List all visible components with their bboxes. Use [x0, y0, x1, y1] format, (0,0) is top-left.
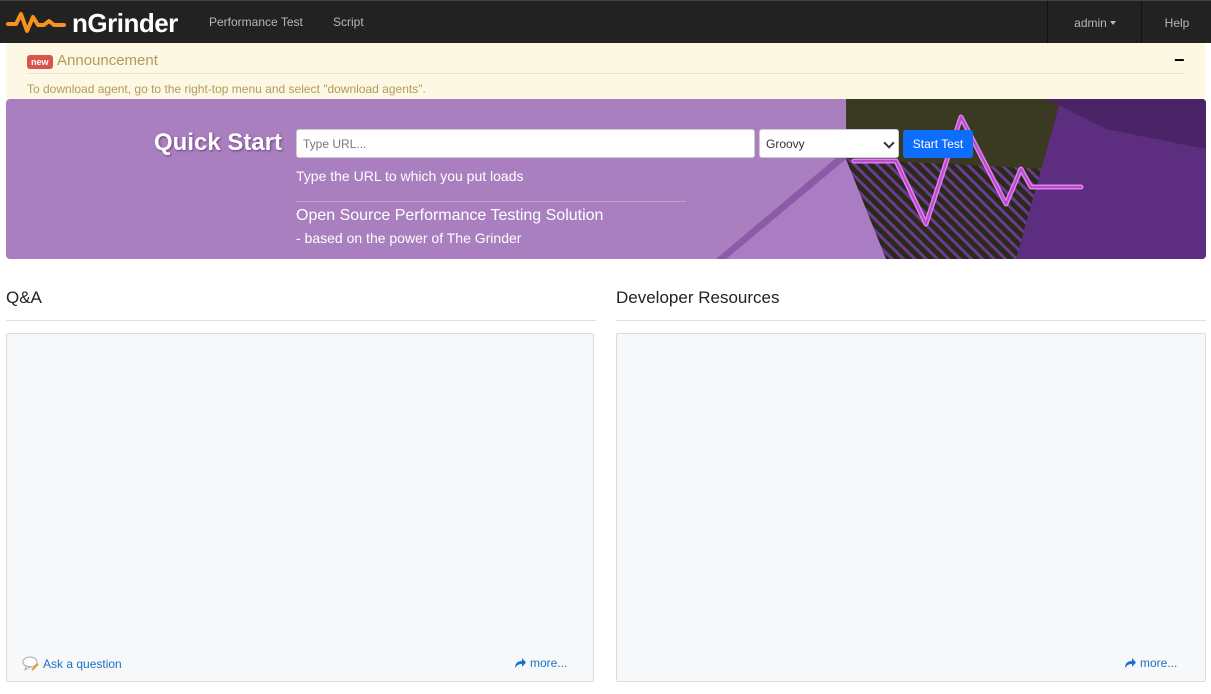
banner-subtitle: - based on the power of The Grinder: [296, 230, 522, 246]
user-menu[interactable]: admin: [1047, 1, 1142, 44]
ask-question-link[interactable]: Ask a question: [22, 656, 122, 672]
dev-section-title: Developer Resources: [616, 288, 780, 307]
announcement-text: To download agent, go to the right-top m…: [27, 82, 426, 96]
start-test-button[interactable]: Start Test: [903, 130, 973, 158]
ngrinder-logo[interactable]: nGrinder: [6, 7, 178, 39]
banner-divider: [296, 201, 686, 202]
top-navbar: nGrinder Performance Test Script admin H…: [0, 0, 1211, 44]
collapse-minus-icon[interactable]: −: [1174, 51, 1185, 69]
banner-background-graphic: [716, 99, 1206, 259]
help-label: Help: [1164, 15, 1190, 30]
caret-down-icon: [1109, 20, 1116, 25]
share-arrow-icon: [515, 658, 526, 668]
url-input[interactable]: [296, 129, 755, 158]
speech-bubble-pencil-icon: [22, 656, 39, 672]
banner-tagline: Open Source Performance Testing Solution: [296, 207, 604, 224]
announcement-panel: new Announcement − To download agent, go…: [6, 43, 1205, 99]
announcement-title: Announcement: [57, 52, 158, 69]
qa-section-title: Q&A: [6, 288, 42, 307]
help-menu[interactable]: Help: [1141, 1, 1211, 44]
qa-more-label: more...: [530, 656, 568, 670]
user-menu-label: admin: [1074, 15, 1107, 30]
qa-more-link[interactable]: more...: [514, 656, 567, 670]
quick-start-banner: Quick Start Groovy Start Test Type the U…: [6, 99, 1206, 259]
dev-resources-panel: [616, 333, 1206, 682]
qa-panel: [6, 333, 594, 682]
quick-start-title: Quick Start: [154, 129, 283, 156]
share-arrow-icon: [1125, 658, 1136, 668]
pulse-logo-icon: [6, 12, 66, 33]
nav-script[interactable]: Script: [333, 15, 364, 29]
script-type-select[interactable]: Groovy: [759, 129, 899, 158]
announcement-divider: [27, 73, 1185, 74]
url-hint-text: Type the URL to which you put loads: [296, 168, 524, 184]
script-type-value: Groovy: [766, 136, 805, 151]
qa-section-divider: [6, 320, 596, 321]
nav-performance-test[interactable]: Performance Test: [209, 15, 303, 29]
dev-section-divider: [616, 320, 1206, 321]
dev-more-link[interactable]: more...: [1124, 656, 1177, 670]
ask-question-label: Ask a question: [43, 657, 122, 671]
brand-name: nGrinder: [72, 7, 178, 38]
new-badge: new: [27, 55, 53, 69]
chevron-down-icon: [883, 137, 895, 149]
dev-more-label: more...: [1140, 656, 1178, 670]
